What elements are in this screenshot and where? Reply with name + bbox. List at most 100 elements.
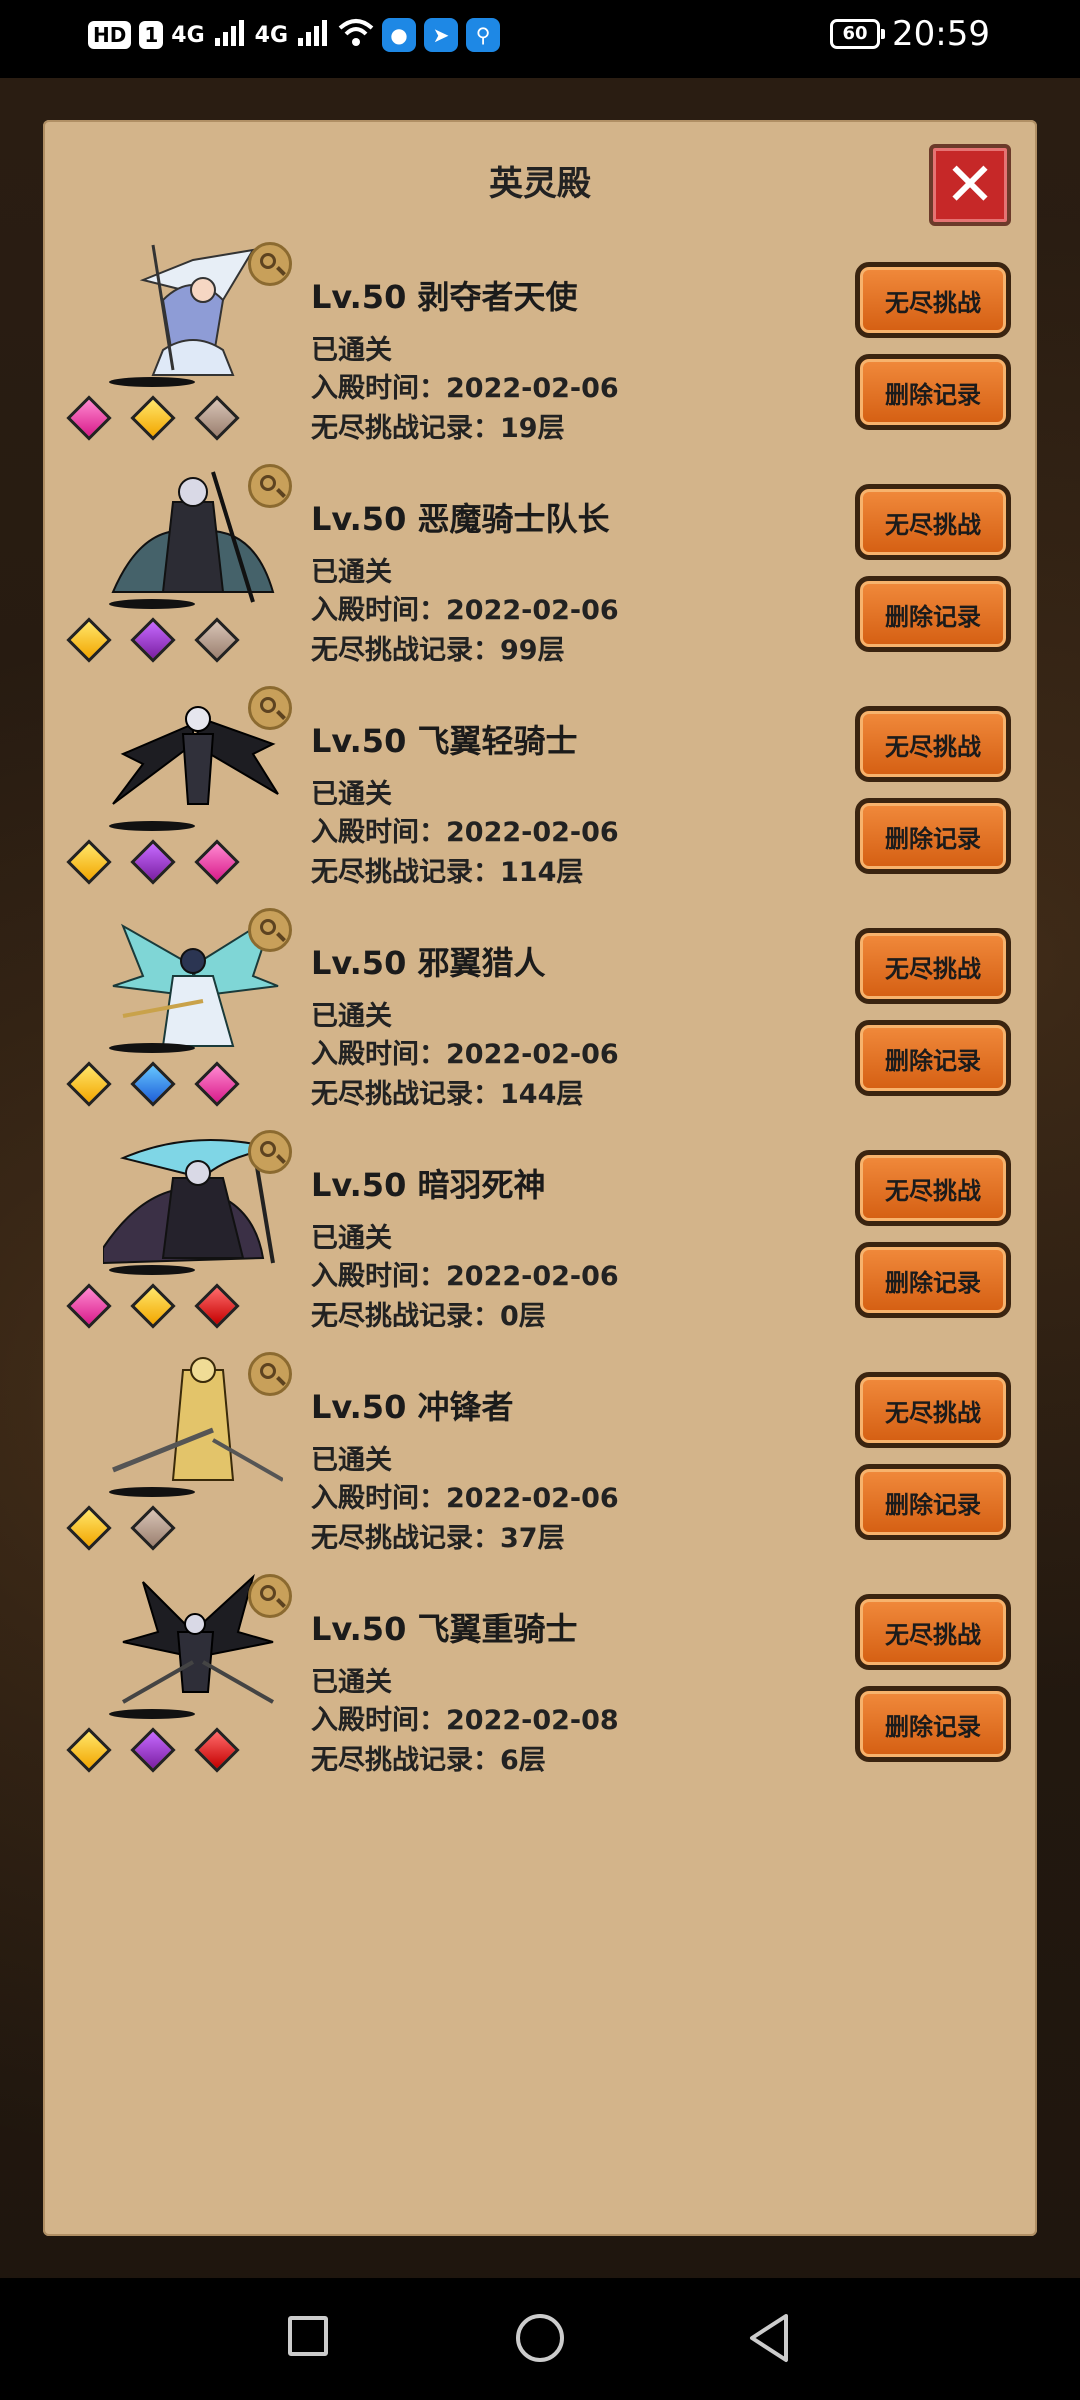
grey-gem-icon bbox=[194, 617, 240, 663]
magnify-icon[interactable] bbox=[248, 908, 292, 952]
hero-status: 已通关 bbox=[311, 1223, 392, 1254]
hero-enter-time: 入殿时间：2022-02-08 bbox=[311, 1705, 619, 1736]
portrait-shadow bbox=[109, 1265, 195, 1275]
hero-record: 无尽挑战记录：99层 bbox=[311, 635, 565, 666]
signal-bars-2-icon bbox=[296, 18, 330, 52]
hero-row: Lv.50 飞翼重骑士 已通关 入殿时间：2022-02-08 无尽挑战记录：6… bbox=[43, 1572, 1037, 1794]
hero-enter-time: 入殿时间：2022-02-06 bbox=[311, 817, 619, 848]
magnify-icon[interactable] bbox=[248, 1130, 292, 1174]
hero-record: 无尽挑战记录：0层 bbox=[311, 1301, 546, 1332]
pink-gem-icon bbox=[66, 1283, 112, 1329]
signal-1-label: 4G bbox=[171, 22, 205, 48]
portrait-shadow bbox=[109, 377, 195, 387]
gold-gem-icon bbox=[66, 1505, 112, 1551]
gold-gem-icon bbox=[66, 1061, 112, 1107]
hero-row: Lv.50 邪翼猎人 已通关 入殿时间：2022-02-06 无尽挑战记录：14… bbox=[43, 906, 1037, 1128]
delete-record-button[interactable]: 删除记录 bbox=[855, 1686, 1011, 1762]
hero-status: 已通关 bbox=[311, 1667, 392, 1698]
hd-badge: HD bbox=[88, 21, 132, 49]
portrait-shadow bbox=[109, 1709, 195, 1719]
delete-record-button[interactable]: 删除记录 bbox=[855, 354, 1011, 430]
hero-row: Lv.50 飞翼轻骑士 已通关 入殿时间：2022-02-06 无尽挑战记录：1… bbox=[43, 684, 1037, 906]
bulb-icon: ● bbox=[382, 18, 417, 52]
hero-enter-time: 入殿时间：2022-02-06 bbox=[311, 1039, 619, 1070]
red-gem-icon bbox=[194, 1727, 240, 1773]
grey-gem-icon bbox=[130, 1505, 176, 1551]
endless-challenge-button[interactable]: 无尽挑战 bbox=[855, 262, 1011, 338]
hero-name: Lv.50 飞翼重骑士 bbox=[311, 1610, 578, 1648]
purple-gem-icon bbox=[130, 617, 176, 663]
back-icon[interactable] bbox=[746, 2312, 794, 2364]
endless-challenge-button[interactable]: 无尽挑战 bbox=[855, 1150, 1011, 1226]
red-gem-icon bbox=[194, 1283, 240, 1329]
portrait-shadow bbox=[109, 1487, 195, 1497]
endless-challenge-button[interactable]: 无尽挑战 bbox=[855, 706, 1011, 782]
hero-record: 无尽挑战记录：144层 bbox=[311, 1079, 584, 1110]
hero-status: 已通关 bbox=[311, 779, 392, 810]
portrait-shadow bbox=[109, 1043, 195, 1053]
delete-record-button[interactable]: 删除记录 bbox=[855, 1242, 1011, 1318]
magnify-icon[interactable] bbox=[248, 1574, 292, 1618]
endless-challenge-button[interactable]: 无尽挑战 bbox=[855, 928, 1011, 1004]
close-button[interactable]: ✕ bbox=[929, 144, 1011, 226]
endless-challenge-button[interactable]: 无尽挑战 bbox=[855, 1594, 1011, 1670]
clock: 20:59 bbox=[892, 14, 990, 54]
delete-record-button[interactable]: 删除记录 bbox=[855, 798, 1011, 874]
purple-gem-icon bbox=[130, 839, 176, 885]
gold-gem-icon bbox=[66, 839, 112, 885]
hero-status: 已通关 bbox=[311, 335, 392, 366]
hero-name: Lv.50 恶魔骑士队长 bbox=[311, 500, 610, 538]
magnify-icon[interactable] bbox=[248, 1352, 292, 1396]
delete-record-button[interactable]: 删除记录 bbox=[855, 1020, 1011, 1096]
hero-row: Lv.50 暗羽死神 已通关 入殿时间：2022-02-06 无尽挑战记录：0层… bbox=[43, 1128, 1037, 1350]
portrait-shadow bbox=[109, 599, 195, 609]
hero-status: 已通关 bbox=[311, 1445, 392, 1476]
magnify-icon[interactable] bbox=[248, 686, 292, 730]
pink-gem-icon bbox=[194, 839, 240, 885]
portrait-shadow bbox=[109, 821, 195, 831]
hero-name: Lv.50 邪翼猎人 bbox=[311, 944, 546, 982]
sim1-badge: 1 bbox=[139, 21, 164, 49]
magnify-icon[interactable] bbox=[248, 464, 292, 508]
delete-record-button[interactable]: 删除记录 bbox=[855, 1464, 1011, 1540]
hero-row: Lv.50 冲锋者 已通关 入殿时间：2022-02-06 无尽挑战记录：37层… bbox=[43, 1350, 1037, 1572]
hero-enter-time: 入殿时间：2022-02-06 bbox=[311, 595, 619, 626]
gold-gem-icon bbox=[66, 617, 112, 663]
signal-bars-1-icon bbox=[213, 18, 247, 52]
hero-name: Lv.50 飞翼轻骑士 bbox=[311, 722, 578, 760]
pink-gem-icon bbox=[194, 1061, 240, 1107]
signal-2-label: 4G bbox=[254, 22, 289, 48]
delete-record-button[interactable]: 删除记录 bbox=[855, 576, 1011, 652]
pink-gem-icon bbox=[66, 395, 112, 441]
gold-gem-icon bbox=[130, 395, 176, 441]
hero-name: Lv.50 暗羽死神 bbox=[311, 1166, 546, 1204]
purple-gem-icon bbox=[130, 1727, 176, 1773]
hero-enter-time: 入殿时间：2022-02-06 bbox=[311, 1483, 619, 1514]
status-bar: HD 1 4G 4G ● ➤ ⚲ 60 20:59 bbox=[0, 0, 1080, 78]
hero-row: Lv.50 剥夺者天使 已通关 入殿时间：2022-02-06 无尽挑战记录：1… bbox=[43, 240, 1037, 462]
grey-gem-icon bbox=[194, 395, 240, 441]
close-icon: ✕ bbox=[944, 150, 996, 220]
gold-gem-icon bbox=[66, 1727, 112, 1773]
recent-apps-icon[interactable] bbox=[288, 2316, 328, 2356]
blue-gem-icon bbox=[130, 1061, 176, 1107]
endless-challenge-button[interactable]: 无尽挑战 bbox=[855, 484, 1011, 560]
hero-record: 无尽挑战记录：37层 bbox=[311, 1523, 565, 1554]
home-icon[interactable] bbox=[516, 2314, 564, 2362]
hero-enter-time: 入殿时间：2022-02-06 bbox=[311, 373, 619, 404]
magnify-icon[interactable] bbox=[248, 242, 292, 286]
hero-record: 无尽挑战记录：114层 bbox=[311, 857, 584, 888]
search-icon: ⚲ bbox=[466, 18, 501, 52]
hall-of-heroes-panel: 英灵殿 ✕ Lv.50 剥夺者天使 已通关 入殿时间：2022-02-06 无尽… bbox=[43, 120, 1037, 2236]
hero-record: 无尽挑战记录：6层 bbox=[311, 1745, 546, 1776]
battery-icon: 60 bbox=[830, 19, 886, 49]
wifi-icon bbox=[338, 18, 374, 52]
hero-name: Lv.50 冲锋者 bbox=[311, 1388, 514, 1426]
gold-gem-icon bbox=[130, 1283, 176, 1329]
hero-name: Lv.50 剥夺者天使 bbox=[311, 278, 578, 316]
paper-plane-icon: ➤ bbox=[424, 18, 459, 52]
endless-challenge-button[interactable]: 无尽挑战 bbox=[855, 1372, 1011, 1448]
battery-level: 60 bbox=[842, 23, 868, 44]
navigation-bar bbox=[0, 2278, 1080, 2400]
hero-enter-time: 入殿时间：2022-02-06 bbox=[311, 1261, 619, 1292]
